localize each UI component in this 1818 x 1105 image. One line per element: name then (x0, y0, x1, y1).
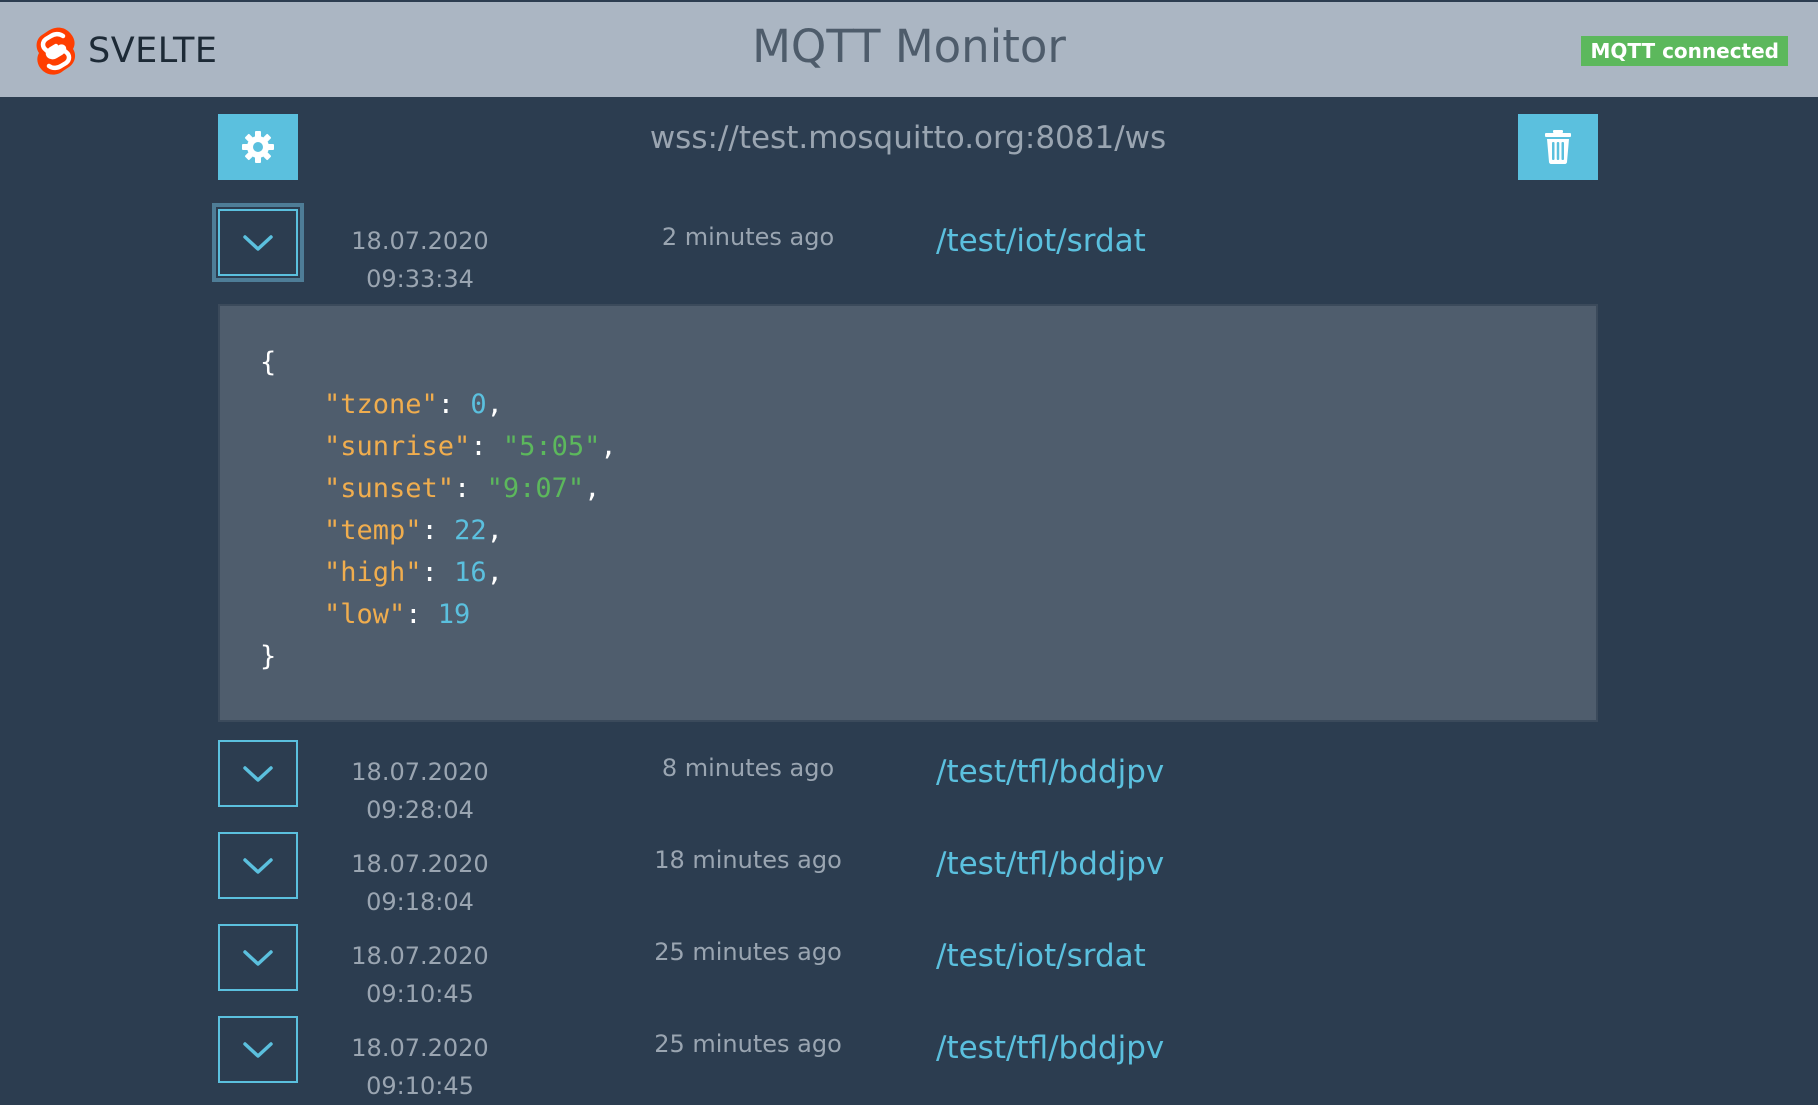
json-separator: , (486, 557, 503, 588)
json-separator: , (600, 431, 617, 462)
json-key: "tzone" (324, 389, 438, 420)
json-separator: , (584, 473, 601, 504)
json-key: "sunrise" (324, 431, 471, 462)
json-key: "sunset" (324, 473, 455, 504)
json-field: "sunset": "9:07", (260, 468, 1556, 510)
toggle-inner (218, 209, 298, 276)
message-time: 09:33:34 (366, 265, 474, 293)
message-row: 18.07.2020 09:18:04 18 minutes ago /test… (218, 832, 1598, 916)
message-row: 18.07.2020 09:28:04 8 minutes ago /test/… (218, 740, 1598, 824)
json-value: 0 (470, 389, 487, 420)
message-time: 09:10:45 (366, 980, 474, 1008)
message-topic-link[interactable]: /test/iot/srdat (936, 938, 1146, 974)
expand-toggle-button[interactable] (218, 1016, 298, 1083)
json-separator: , (486, 515, 503, 546)
connection-status-badge: MQTT connected (1581, 36, 1788, 66)
message-timestamp: 18.07.2020 09:10:45 (330, 937, 510, 1013)
message-timestamp: 18.07.2020 09:10:45 (330, 1029, 510, 1105)
broker-url: wss://test.mosquitto.org:8081/ws (649, 120, 1167, 156)
chevron-down-icon (243, 1041, 273, 1058)
message-date: 18.07.2020 (351, 942, 489, 970)
chevron-down-icon (243, 857, 273, 874)
expand-toggle-button[interactable] (212, 203, 304, 282)
json-colon: : (454, 473, 487, 504)
message-timestamp: 18.07.2020 09:18:04 (330, 845, 510, 921)
message-payload: { "tzone": 0, "sunrise": "5:05", "sunset… (218, 304, 1598, 722)
expand-toggle-button[interactable] (218, 740, 298, 807)
message-date: 18.07.2020 (351, 850, 489, 878)
message-topic-link[interactable]: /test/tfl/bddjpv (936, 754, 1164, 790)
json-colon: : (437, 389, 471, 420)
message-time: 09:18:04 (366, 888, 474, 916)
json-field: "low": 19 (260, 594, 1556, 636)
message-row: 18.07.2020 09:10:45 25 minutes ago /test… (218, 1016, 1598, 1100)
message-relative-time: 2 minutes ago (661, 223, 835, 251)
message-relative-time: 8 minutes ago (661, 754, 835, 782)
message-time: 09:10:45 (366, 1072, 474, 1100)
json-colon: : (421, 515, 455, 546)
expand-toggle-button[interactable] (218, 924, 298, 991)
json-key: "temp" (324, 515, 422, 546)
message-row: 18.07.2020 09:33:34 2 minutes ago /test/… (212, 203, 1598, 293)
message-topic-link[interactable]: /test/tfl/bddjpv (936, 1030, 1164, 1066)
page-title: MQTT Monitor (752, 20, 1066, 73)
message-topic-link[interactable]: /test/tfl/bddjpv (936, 846, 1164, 882)
message-timestamp: 18.07.2020 09:33:34 (330, 222, 510, 298)
json-value: 19 (437, 599, 471, 630)
chevron-down-icon (243, 949, 273, 966)
json-close-brace: } (260, 641, 277, 672)
json-field: "tzone": 0, (260, 384, 1556, 426)
json-value: "5:05" (502, 431, 601, 462)
json-key: "high" (324, 557, 422, 588)
trash-icon (1545, 130, 1571, 164)
message-date: 18.07.2020 (351, 227, 489, 255)
toolbar: wss://test.mosquitto.org:8081/ws (218, 114, 1598, 180)
message-topic-link[interactable]: /test/iot/srdat (936, 223, 1146, 259)
expand-toggle-button[interactable] (218, 832, 298, 899)
json-open-brace: { (260, 347, 277, 378)
message-date: 18.07.2020 (351, 1034, 489, 1062)
message-relative-time: 25 minutes ago (654, 1030, 842, 1058)
json-field: "sunrise": "5:05", (260, 426, 1556, 468)
message-date: 18.07.2020 (351, 758, 489, 786)
json-value: "9:07" (486, 473, 585, 504)
clear-messages-button[interactable] (1518, 114, 1598, 180)
chevron-down-icon (243, 765, 273, 782)
json-field: "temp": 22, (260, 510, 1556, 552)
message-relative-time: 18 minutes ago (654, 846, 842, 874)
message-row: 18.07.2020 09:10:45 25 minutes ago /test… (218, 924, 1598, 1008)
chevron-up-down-icon (243, 234, 273, 251)
json-field: "high": 16, (260, 552, 1556, 594)
json-key: "low" (324, 599, 406, 630)
message-time: 09:28:04 (366, 796, 474, 824)
json-separator: , (486, 389, 503, 420)
json-colon: : (470, 431, 503, 462)
message-timestamp: 18.07.2020 09:28:04 (330, 753, 510, 829)
json-value: 22 (454, 515, 487, 546)
message-relative-time: 25 minutes ago (654, 938, 842, 966)
app-header: SVELTE MQTT Monitor MQTT connected (0, 0, 1818, 97)
json-value: 16 (454, 557, 487, 588)
json-colon: : (405, 599, 438, 630)
json-colon: : (421, 557, 455, 588)
